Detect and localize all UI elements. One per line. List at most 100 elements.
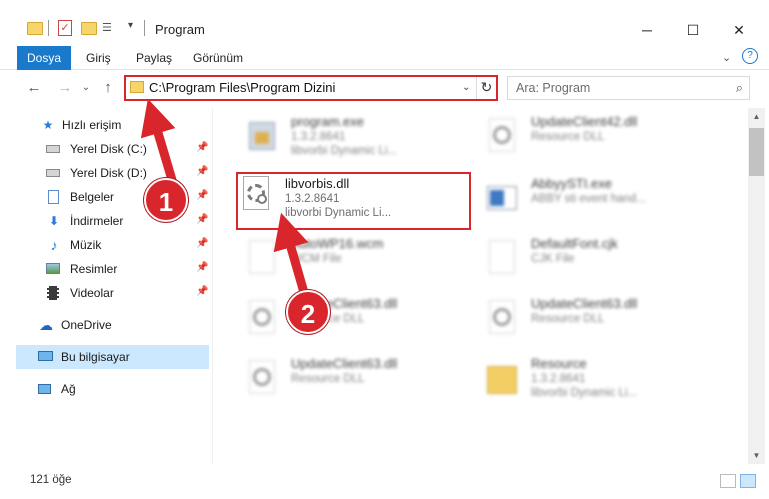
sidebar-item-onedrive[interactable]: ☁ OneDrive (0, 313, 210, 337)
window-title: Program (155, 22, 205, 37)
vertical-scrollbar[interactable]: ▲ ▼ (748, 108, 765, 464)
sidebar-item-this-pc[interactable]: Bu bilgisayar (16, 345, 209, 369)
dll-icon (245, 360, 279, 402)
sidebar-item-label: Ağ (61, 382, 76, 396)
tiles-view-icon[interactable] (740, 474, 756, 488)
separator (48, 20, 49, 36)
app-window-icon (485, 180, 519, 222)
item-count: 121 öğe (30, 474, 72, 486)
pin-icon[interactable]: 📌 (196, 166, 208, 177)
sidebar-item-label: Resimler (70, 262, 118, 276)
search-icon[interactable]: ⌕ (736, 80, 743, 96)
address-path[interactable]: C:\Program Files\Program Dizini (149, 80, 335, 95)
sidebar-item-label: Videolar (70, 286, 114, 300)
file-version: 1.3.2.8641 (291, 131, 346, 143)
address-dropdown-icon[interactable]: ⌄ (462, 82, 474, 98)
file-type: WCM File (291, 253, 342, 265)
tab-share[interactable]: Paylaş (136, 46, 172, 70)
star-icon: ★ (42, 118, 54, 132)
scroll-up-icon[interactable]: ▲ (748, 108, 765, 125)
customize-toolbar-icon[interactable]: ▾ (128, 20, 133, 38)
expand-ribbon-icon[interactable]: ⌄ (722, 46, 731, 70)
back-button[interactable]: ← (24, 78, 44, 98)
music-icon: ♪ (50, 237, 58, 253)
address-bar[interactable]: C:\Program Files\Program Dizini ⌄ ↻ (124, 75, 498, 101)
folder-icon (130, 81, 144, 93)
dll-icon (485, 118, 519, 160)
explorer-window: ✓ ☰ ▾ Program ─ ☐ ✕ Dosya Giriş Paylaş G… (0, 0, 769, 499)
sidebar-item-pictures[interactable]: Resimler 📌 (0, 257, 210, 281)
file-name: program.exe (291, 114, 364, 129)
blank-file-icon (485, 240, 519, 282)
pin-icon[interactable]: 📌 (196, 238, 208, 249)
file-tile[interactable]: program.exe 1.3.2.8641 libvorbi Dynamic … (235, 110, 485, 168)
close-button[interactable]: ✕ (716, 14, 762, 46)
file-tile[interactable]: DefaultFont.cjk CJK File (475, 232, 725, 290)
exe-icon (245, 118, 279, 160)
documents-icon (46, 190, 62, 204)
scroll-down-icon[interactable]: ▼ (748, 447, 765, 464)
view-options-icon[interactable]: ☰ (102, 21, 116, 35)
file-name: Resource (531, 356, 587, 371)
download-icon: ⬇ (48, 214, 60, 228)
pin-icon[interactable]: 📌 (196, 190, 208, 201)
drive-icon (46, 142, 62, 156)
tab-file[interactable]: Dosya (17, 46, 71, 70)
scroll-thumb[interactable] (749, 128, 764, 176)
sidebar-item-disk-c[interactable]: Yerel Disk (C:) 📌 (0, 137, 210, 161)
file-description: libvorbi Dynamic Li... (531, 387, 638, 399)
pin-icon[interactable]: 📌 (196, 214, 208, 225)
sidebar-item-label: Yerel Disk (C:) (70, 142, 147, 156)
folder-icon (485, 360, 519, 402)
sidebar-item-label: Yerel Disk (D:) (70, 166, 147, 180)
recent-locations-button[interactable]: ⌄ (76, 78, 96, 98)
sidebar-item-label: Müzik (70, 238, 102, 252)
cloud-icon: ☁ (39, 317, 53, 333)
forward-button[interactable]: → (55, 78, 75, 98)
tab-home[interactable]: Giriş (86, 46, 111, 70)
sidebar-item-music[interactable]: ♪ Müzik 📌 (0, 233, 210, 257)
details-view-icon[interactable] (720, 474, 736, 488)
tab-view[interactable]: Görünüm (193, 46, 243, 70)
folder-icon (27, 22, 43, 35)
file-tile[interactable]: Resource 1.3.2.8641 libvorbi Dynamic Li.… (475, 352, 725, 410)
search-box[interactable]: Ara: Program ⌕ (507, 76, 750, 100)
navigation-pane: ★ Hızlı erişim Yerel Disk (C:) 📌 Yerel D… (0, 108, 212, 464)
search-placeholder: Ara: Program (516, 81, 591, 95)
status-bar: 121 öğe (0, 466, 769, 499)
file-name: DefaultFont.cjk (531, 236, 618, 251)
file-type: Resource DLL (531, 313, 605, 325)
file-list: program.exe 1.3.2.8641 libvorbi Dynamic … (213, 108, 748, 464)
file-name: UpdateClient63.dll (531, 296, 638, 311)
dll-icon (485, 300, 519, 342)
title-bar: ✓ ☰ ▾ Program ─ ☐ ✕ (0, 0, 769, 46)
sidebar-item-videos[interactable]: Videolar 📌 (0, 281, 210, 305)
file-tile[interactable]: UpdateClient63.dll Resource DLL (235, 292, 485, 350)
file-name: UpdateClient42.dll (531, 114, 638, 129)
pin-icon[interactable]: 📌 (196, 142, 208, 153)
pin-icon[interactable]: 📌 (196, 262, 208, 273)
sidebar-item-quick-access[interactable]: ★ Hızlı erişim (0, 113, 210, 137)
help-icon[interactable]: ? (742, 48, 758, 64)
minimize-button[interactable]: ─ (624, 14, 670, 46)
file-description: ABBY sti event hand... (531, 193, 646, 205)
highlight-box (236, 172, 471, 230)
sidebar-item-network[interactable]: Ağ (0, 377, 210, 401)
file-name: UpdateClient63.dll (291, 356, 398, 371)
pin-icon[interactable]: 📌 (196, 286, 208, 297)
sidebar-item-label: İndirmeler (70, 214, 124, 228)
file-tile[interactable]: UpdateClient63.dll Resource DLL (235, 352, 485, 410)
file-tile[interactable]: AbbyySTI.exe ABBY sti event hand... (475, 172, 725, 230)
pictures-icon (46, 262, 62, 276)
properties-icon[interactable]: ✓ (58, 20, 72, 36)
refresh-button[interactable]: ↻ (476, 77, 496, 99)
sidebar-item-label: Hızlı erişim (62, 118, 122, 132)
up-button[interactable]: ↑ (98, 78, 118, 98)
file-tile[interactable]: UpdateClient63.dll Resource DLL (475, 292, 725, 350)
ribbon-tabs: Dosya Giriş Paylaş Görünüm ⌄ ? (0, 46, 769, 70)
maximize-button[interactable]: ☐ (670, 14, 716, 46)
separator (144, 20, 145, 36)
file-tile[interactable]: AutoWP16.wcm WCM File (235, 232, 485, 290)
file-tile[interactable]: UpdateClient42.dll Resource DLL (475, 110, 725, 168)
new-folder-icon[interactable] (81, 22, 97, 35)
